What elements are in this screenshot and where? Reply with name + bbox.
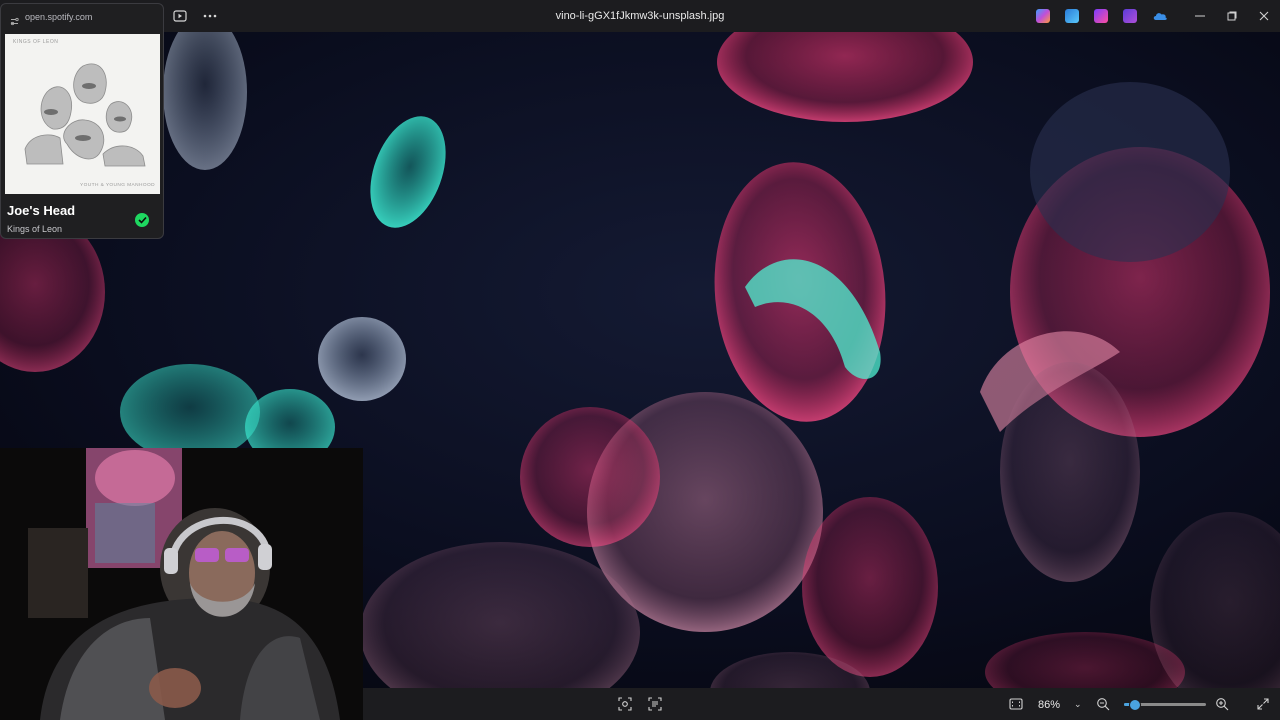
onedrive-icon[interactable] bbox=[1152, 9, 1167, 23]
webcam-overlay bbox=[0, 448, 363, 720]
zoom-value: 86% bbox=[1038, 698, 1061, 711]
visual-search-icon[interactable] bbox=[617, 696, 633, 712]
zoom-out-icon[interactable] bbox=[1095, 696, 1111, 712]
site-info-icon[interactable] bbox=[10, 13, 19, 26]
webcam-feed bbox=[0, 448, 363, 720]
title-bar: vino-li-gGX1fJkmw3k-unsplash.jpg bbox=[0, 0, 1280, 32]
zoom-dropdown[interactable]: 86% ⌄ bbox=[1030, 695, 1084, 714]
check-circle-icon[interactable] bbox=[135, 213, 149, 227]
zoom-in-icon[interactable] bbox=[1214, 696, 1230, 712]
restore-icon[interactable] bbox=[1217, 6, 1247, 26]
album-art: KINGS OF LEON YOUTH & YOUNG MANHOOD bbox=[5, 34, 160, 194]
chevron-down-icon: ⌄ bbox=[1074, 699, 1082, 709]
edit-icon[interactable] bbox=[1065, 9, 1079, 23]
track-title: Joe's Head bbox=[7, 203, 76, 218]
band-portrait-graphic bbox=[24, 63, 146, 167]
fit-to-window-icon[interactable] bbox=[1008, 696, 1024, 712]
copilot-icon[interactable] bbox=[1036, 9, 1050, 23]
clipchamp-icon[interactable] bbox=[1094, 9, 1108, 23]
zoom-slider-thumb[interactable] bbox=[1128, 699, 1141, 711]
minimize-icon[interactable] bbox=[1185, 6, 1215, 26]
extract-text-icon[interactable] bbox=[647, 696, 663, 712]
artist-name[interactable]: Kings of Leon bbox=[7, 224, 62, 234]
designer-icon[interactable] bbox=[1123, 9, 1137, 23]
spotify-mini-player[interactable]: open.spotify.com KINGS OF LEON YOUTH & Y… bbox=[0, 3, 164, 239]
close-icon[interactable] bbox=[1249, 6, 1279, 26]
fullscreen-icon[interactable] bbox=[1255, 696, 1271, 712]
file-name: vino-li-gGX1fJkmw3k-unsplash.jpg bbox=[555, 10, 725, 22]
album-art-bottom-text: YOUTH & YOUNG MANHOOD bbox=[80, 183, 155, 188]
site-url: open.spotify.com bbox=[25, 12, 93, 22]
